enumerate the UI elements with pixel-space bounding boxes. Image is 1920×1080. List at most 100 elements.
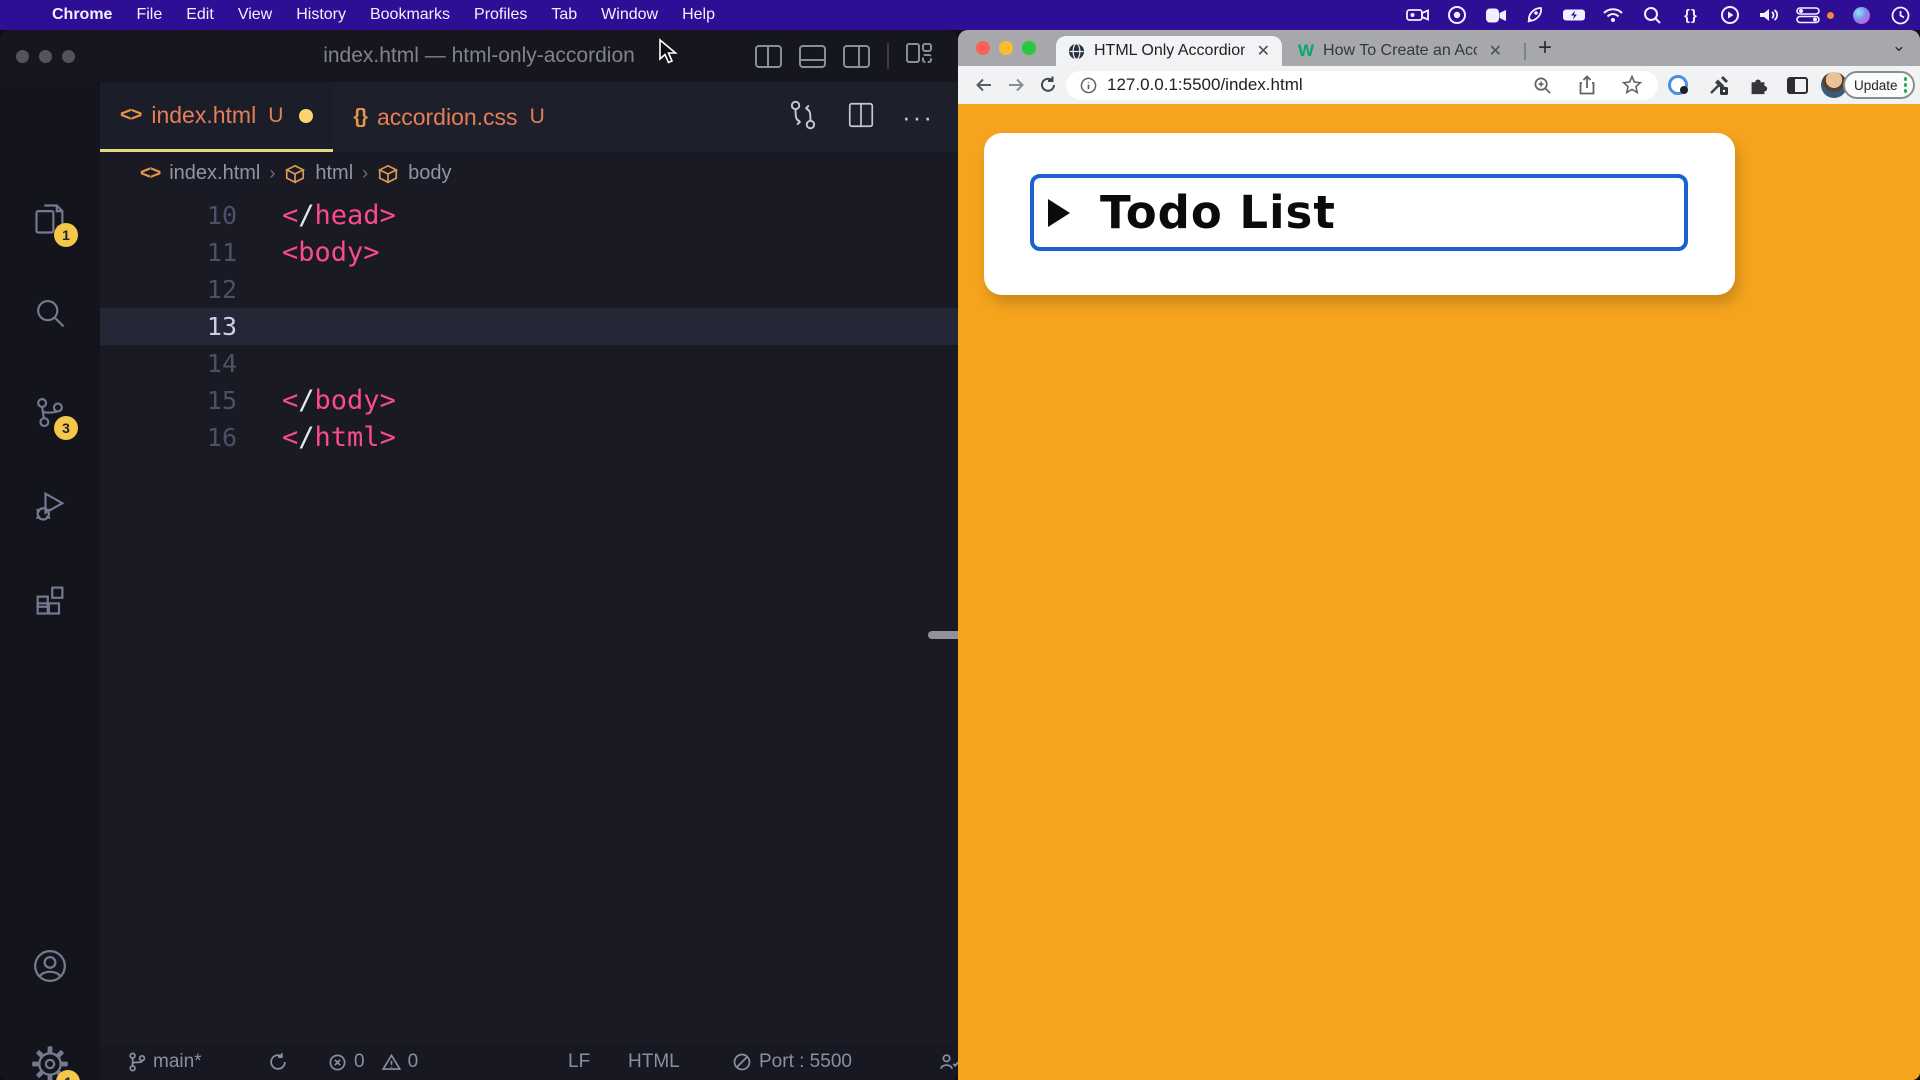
update-chrome-button[interactable]: Update: [1843, 71, 1915, 99]
git-branch-status[interactable]: main*: [128, 1044, 202, 1080]
new-tab-button[interactable]: +: [1538, 34, 1552, 62]
close-window-button[interactable]: [16, 50, 29, 63]
control-center-icon[interactable]: [1796, 4, 1820, 26]
tab-search-chevron-icon[interactable]: ⌄: [1892, 36, 1906, 56]
run-debug-icon[interactable]: [0, 466, 100, 546]
toggle-secondary-sidebar-icon[interactable]: [843, 45, 870, 68]
side-panel-icon[interactable]: [1783, 71, 1811, 99]
web-page-content: Todo List: [958, 104, 1920, 1080]
vscode-window: index.html — html-only-accordion 1: [0, 30, 958, 1080]
activity-bar: 1 3: [0, 82, 100, 1080]
share-icon[interactable]: [1578, 75, 1596, 95]
menu-edit[interactable]: Edit: [174, 6, 226, 24]
minimize-window-button[interactable]: [999, 41, 1013, 55]
open-changes-icon[interactable]: [786, 98, 820, 137]
breadcrumb-file[interactable]: index.html: [169, 162, 260, 185]
remote-person-icon[interactable]: [938, 1044, 958, 1080]
sync-changes-icon[interactable]: [268, 1044, 288, 1080]
browser-tab-inactive[interactable]: W How To Create an Accordion ✕: [1288, 36, 1514, 66]
split-editor-icon[interactable]: [846, 100, 876, 135]
vscode-titlebar[interactable]: index.html — html-only-accordion: [0, 30, 958, 82]
breadcrumb-body[interactable]: body: [408, 162, 451, 185]
details-marker-icon[interactable]: [1048, 199, 1070, 227]
chrome-menu-kebab-icon[interactable]: [1904, 77, 1908, 93]
zoom-window-button[interactable]: [1022, 41, 1036, 55]
customize-layout-icon[interactable]: [906, 43, 936, 69]
menu-tab[interactable]: Tab: [539, 6, 589, 24]
rocket-icon[interactable]: [1523, 4, 1547, 26]
settings-gear-icon[interactable]: 1: [0, 1024, 100, 1080]
tab-index-html[interactable]: <> index.html U: [100, 82, 333, 152]
close-tab-icon[interactable]: ✕: [1489, 41, 1502, 61]
code-editor[interactable]: 10 </head> 11 <body> 12 13 14: [100, 195, 958, 1044]
more-actions-icon[interactable]: ···: [902, 112, 934, 122]
url-text[interactable]: 127.0.0.1:5500/index.html: [1107, 75, 1533, 95]
extension-privacy-icon[interactable]: [1664, 71, 1692, 99]
menu-chrome[interactable]: Chrome: [40, 6, 124, 24]
screen-record-camera-icon[interactable]: [1406, 4, 1430, 26]
tab-accordion-css[interactable]: {} accordion.css U: [333, 82, 564, 152]
code-line: 15 </body>: [100, 382, 958, 419]
breadcrumb-html[interactable]: html: [315, 162, 353, 185]
editor-tab-bar: <> index.html U {} accordion.css U: [100, 82, 958, 152]
volume-icon[interactable]: [1757, 4, 1781, 26]
reload-icon[interactable]: [1034, 71, 1062, 99]
language-mode[interactable]: HTML: [628, 1044, 680, 1080]
record-icon[interactable]: [1445, 4, 1469, 26]
source-control-icon[interactable]: 3: [0, 372, 100, 452]
toggle-panel-icon[interactable]: [799, 45, 826, 68]
toggle-primary-sidebar-icon[interactable]: [755, 45, 782, 68]
spotlight-search-icon[interactable]: [1640, 4, 1664, 26]
minimize-window-button[interactable]: [39, 50, 52, 63]
extensions-puzzle-icon[interactable]: [1744, 71, 1772, 99]
back-icon[interactable]: [970, 71, 998, 99]
wifi-icon[interactable]: [1601, 4, 1625, 26]
search-icon[interactable]: [0, 274, 100, 354]
play-circle-icon[interactable]: [1718, 4, 1742, 26]
menu-window[interactable]: Window: [589, 6, 670, 24]
code-line-current: 13: [100, 308, 958, 345]
menu-view[interactable]: View: [226, 6, 284, 24]
breadcrumbs[interactable]: <> index.html › html › body: [100, 152, 958, 195]
close-tab-icon[interactable]: ✕: [1257, 41, 1270, 61]
globe-favicon: [1068, 43, 1085, 60]
menubar-status-icons: {}: [1406, 0, 1912, 30]
menu-help[interactable]: Help: [670, 6, 727, 24]
accordion-card: Todo List: [984, 133, 1735, 295]
explorer-icon[interactable]: 1: [0, 179, 100, 259]
menu-bookmarks[interactable]: Bookmarks: [358, 6, 462, 24]
html-file-icon: <>: [120, 104, 141, 127]
braces-icon[interactable]: {}: [1679, 4, 1703, 26]
account-icon[interactable]: [0, 926, 100, 1006]
video-camera-icon[interactable]: [1484, 4, 1508, 26]
menu-file[interactable]: File: [124, 6, 174, 24]
live-server-port[interactable]: Port : 5500: [732, 1044, 852, 1080]
divider: [1524, 43, 1526, 60]
bookmark-star-icon[interactable]: [1622, 75, 1642, 95]
forward-icon[interactable]: [1002, 71, 1030, 99]
extensions-icon[interactable]: [0, 560, 100, 640]
code-line: 10 </head>: [100, 197, 958, 234]
zoom-window-button[interactable]: [62, 50, 75, 63]
extension-eyedropper-icon[interactable]: [1705, 71, 1733, 99]
menu-profiles[interactable]: Profiles: [462, 6, 539, 24]
eol-indicator[interactable]: LF: [568, 1044, 590, 1080]
zoom-icon[interactable]: [1533, 76, 1552, 95]
clock-icon[interactable]: [1888, 4, 1912, 26]
battery-charging-icon[interactable]: [1562, 4, 1586, 26]
browser-tab-active[interactable]: HTML Only Accordion ✕: [1056, 36, 1282, 66]
close-window-button[interactable]: [976, 41, 990, 55]
resize-sash-handle[interactable]: [928, 631, 958, 639]
accordion-summary[interactable]: Todo List: [1030, 174, 1688, 251]
tab-modified-flag: U: [268, 104, 283, 128]
menu-history[interactable]: History: [284, 6, 358, 24]
address-bar[interactable]: 127.0.0.1:5500/index.html: [1066, 71, 1658, 100]
siri-icon[interactable]: [1849, 4, 1873, 26]
unsaved-dot-icon[interactable]: [299, 109, 313, 123]
source-control-badge: 3: [54, 416, 78, 440]
problems-status[interactable]: 0 0: [328, 1044, 418, 1080]
chrome-toolbar: 127.0.0.1:5500/index.html: [958, 66, 1920, 104]
symbol-cube-icon: [377, 163, 399, 185]
chrome-tab-strip[interactable]: HTML Only Accordion ✕ W How To Create an…: [958, 30, 1920, 66]
site-info-icon[interactable]: [1080, 77, 1097, 94]
